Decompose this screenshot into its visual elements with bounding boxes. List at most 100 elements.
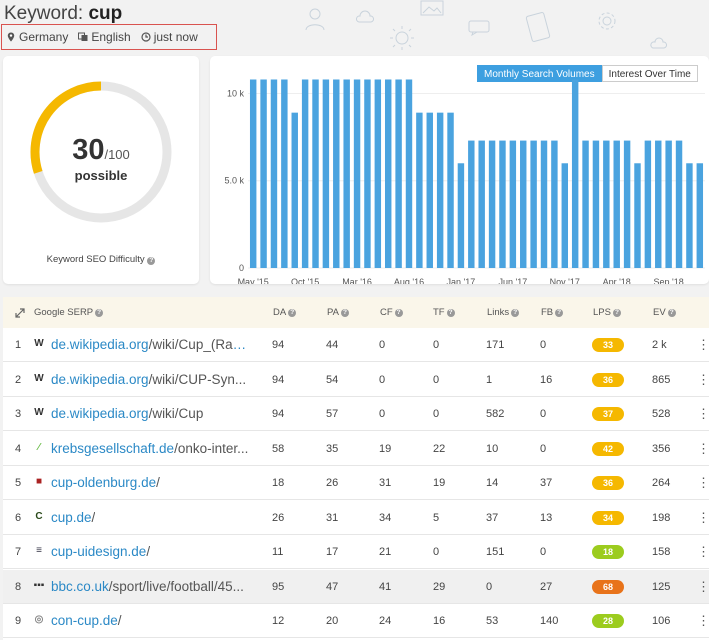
more-options-icon[interactable]: ⋮ [697, 406, 709, 422]
volume-bar[interactable] [416, 112, 423, 268]
volume-bar[interactable] [281, 79, 288, 268]
table-row[interactable]: 3 Wde.wikipedia.org/wiki/Cup 94 57 0 0 582 0 37 5… [3, 397, 709, 431]
volume-bar[interactable] [582, 140, 589, 268]
help-icon[interactable]: ? [340, 308, 349, 317]
volume-bar[interactable] [260, 79, 267, 268]
volume-bar[interactable] [488, 140, 496, 268]
search-context[interactable]: Germany English just now [1, 24, 217, 50]
result-url-link[interactable]: bbc.co.uk/sport/live/football/45... [51, 579, 244, 594]
volume-bar[interactable] [551, 140, 558, 268]
more-options-icon[interactable]: ⋮ [697, 579, 709, 595]
volume-bar[interactable] [478, 140, 485, 268]
result-url-link[interactable]: de.wikipedia.org/wiki/Cup_(Rau... [51, 337, 251, 352]
table-row[interactable]: 5 ■ cup-oldenburg.de/18 26 31 19 14 37 36 264 ⋮ [3, 466, 709, 500]
expand-icon[interactable] [15, 308, 25, 318]
more-options-icon[interactable]: ⋮ [697, 475, 709, 491]
volume-bar[interactable] [696, 163, 704, 268]
volume-bar[interactable] [343, 79, 350, 268]
table-row[interactable]: 2 Wde.wikipedia.org/wiki/CUP-Syn... 94 54 0 0… [3, 363, 709, 397]
col-fb[interactable]: FB? [541, 307, 564, 318]
table-row[interactable]: 4 ⁄ krebsgesellschaft.de/onko-inter... 58 35… [3, 432, 709, 466]
volume-bar[interactable] [384, 79, 392, 268]
table-row[interactable]: 1 Wde.wikipedia.org/wiki/Cup_(Rau... 94 44 0… [3, 328, 709, 362]
table-row[interactable]: 6 Ccup.de/26 31 34 5 37 13 34 198 ⋮ [3, 501, 709, 535]
help-icon[interactable]: ? [612, 308, 621, 317]
volume-bar[interactable] [675, 140, 683, 268]
result-url-link[interactable]: cup-uidesign.de/ [51, 544, 150, 559]
volume-bar[interactable] [374, 79, 382, 268]
help-icon[interactable]: ? [667, 308, 676, 317]
location-filter[interactable]: Germany [6, 30, 68, 44]
volume-bar[interactable] [405, 79, 413, 268]
volume-bar[interactable] [457, 163, 465, 268]
volume-bar[interactable] [249, 79, 257, 268]
more-options-icon[interactable]: ⋮ [697, 372, 709, 388]
volume-bar[interactable] [312, 79, 319, 268]
volume-bar[interactable] [322, 79, 330, 268]
volume-bar[interactable] [613, 140, 620, 268]
volume-bar[interactable] [571, 79, 579, 268]
cell-tf: 0 [433, 546, 440, 558]
volume-bar[interactable] [499, 140, 506, 268]
volume-bar[interactable] [623, 140, 631, 268]
help-icon[interactable]: ? [288, 308, 297, 317]
cell-tf: 29 [433, 580, 446, 593]
col-pa[interactable]: PA? [327, 307, 349, 318]
col-cf[interactable]: CF? [380, 307, 403, 318]
volume-bar[interactable] [301, 79, 309, 268]
table-row[interactable]: 9 ◎ con-cup.de/12 20 24 16 53 140 28 106 ⋮ [3, 604, 709, 638]
volume-bar[interactable] [395, 79, 402, 268]
more-options-icon[interactable]: ⋮ [697, 337, 709, 353]
volume-bar[interactable] [592, 140, 600, 268]
table-row[interactable]: 8 ▪▪▪ bbc.co.uk/sport/live/football/45... 9… [3, 569, 709, 604]
site-favicon-icon: ⁄ [38, 441, 40, 453]
volume-bar[interactable] [270, 79, 278, 268]
more-options-icon[interactable]: ⋮ [697, 544, 709, 560]
volume-bar[interactable] [447, 112, 454, 268]
col-da[interactable]: DA? [273, 307, 297, 318]
volume-bar[interactable] [540, 140, 548, 268]
volume-bar[interactable] [520, 140, 527, 268]
cloud-small-decoration-icon [650, 37, 668, 49]
volume-bar[interactable] [634, 163, 641, 268]
refresh-status[interactable]: just now [141, 30, 198, 44]
help-icon[interactable]: ? [511, 308, 520, 317]
col-google-serp[interactable]: Google SERP? [34, 307, 104, 318]
result-url-link[interactable]: de.wikipedia.org/wiki/Cup [51, 406, 203, 421]
col-ev[interactable]: EV? [653, 307, 676, 318]
row-rank: 6 [15, 511, 22, 524]
help-icon[interactable]: ? [95, 308, 104, 317]
volume-bar[interactable] [686, 163, 693, 268]
more-options-icon[interactable]: ⋮ [697, 510, 709, 526]
result-url-link[interactable]: cup-oldenburg.de/ [51, 475, 160, 490]
volume-bar[interactable] [665, 140, 672, 268]
volume-bar[interactable] [333, 79, 340, 268]
col-links[interactable]: Links? [487, 307, 520, 318]
volume-bar[interactable] [603, 140, 610, 268]
more-options-icon[interactable]: ⋮ [697, 613, 709, 629]
result-url-link[interactable]: cup.de/ [51, 510, 95, 525]
result-url-link[interactable]: krebsgesellschaft.de/onko-inter... [51, 441, 248, 456]
volume-bar[interactable] [509, 140, 517, 268]
help-icon[interactable]: ? [555, 308, 564, 317]
volume-bar[interactable] [291, 112, 298, 268]
volume-bar[interactable] [353, 79, 361, 268]
table-row[interactable]: 7 ≡ cup-uidesign.de/11 17 21 0 151 0 18 158 ⋮ [3, 535, 709, 569]
result-url-link[interactable]: con-cup.de/ [51, 613, 122, 628]
help-icon[interactable]: ? [147, 257, 156, 265]
help-icon[interactable]: ? [394, 308, 403, 317]
volume-bar[interactable] [644, 140, 652, 268]
volume-bar[interactable] [364, 79, 371, 268]
language-filter[interactable]: English [78, 30, 131, 44]
volume-bar[interactable] [655, 140, 662, 268]
volume-bar[interactable] [426, 112, 433, 268]
volume-bar[interactable] [468, 140, 475, 268]
help-icon[interactable]: ? [446, 308, 455, 317]
volume-bar[interactable] [436, 112, 444, 268]
more-options-icon[interactable]: ⋮ [697, 441, 709, 457]
result-url-link[interactable]: de.wikipedia.org/wiki/CUP-Syn... [51, 372, 246, 387]
col-lps[interactable]: LPS? [593, 307, 621, 318]
volume-bar[interactable] [561, 163, 569, 268]
volume-bar[interactable] [530, 140, 537, 268]
col-tf[interactable]: TF? [433, 307, 455, 318]
